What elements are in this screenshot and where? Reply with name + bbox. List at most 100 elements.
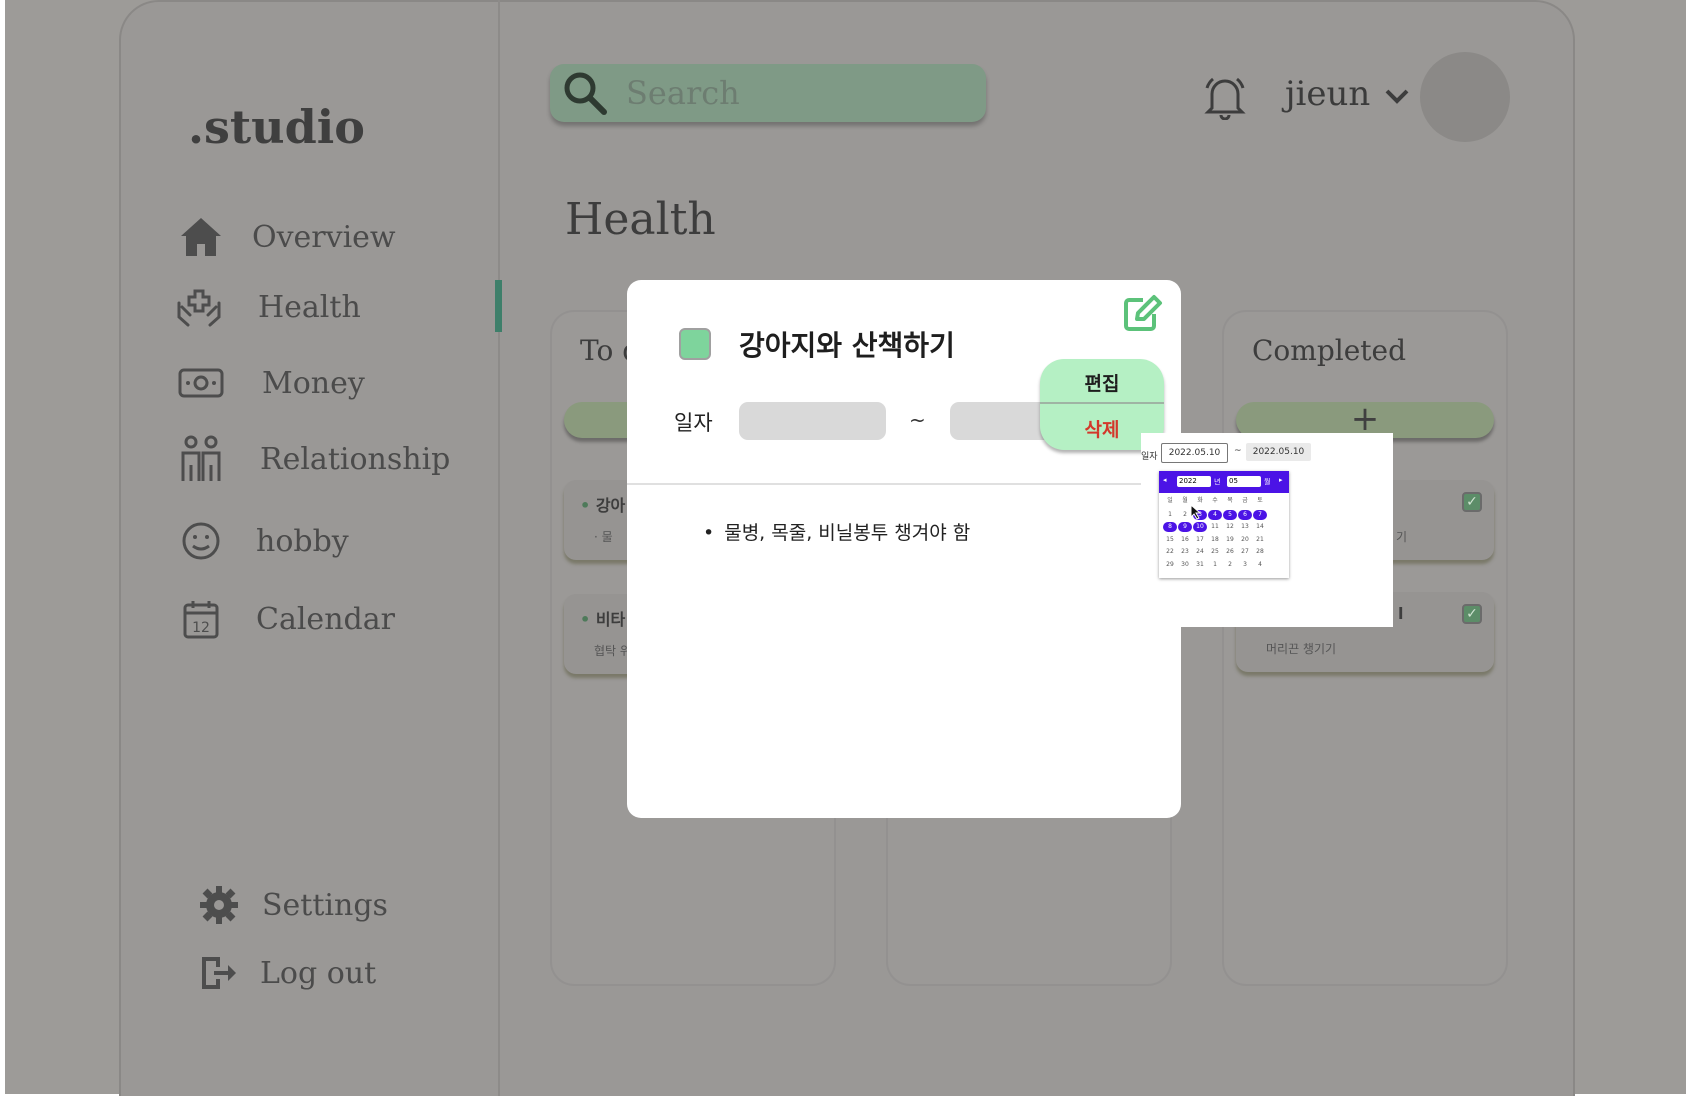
calendar-day[interactable]: 22 <box>1163 547 1177 557</box>
bullet: • <box>703 522 715 544</box>
calendar-day[interactable]: 16 <box>1178 535 1192 545</box>
date-label: 일자 <box>1141 452 1158 462</box>
task-card-title: • 비타 <box>580 610 626 629</box>
calendar-day[interactable]: 25 <box>1208 547 1222 557</box>
date-separator: ~ <box>1234 446 1242 456</box>
date-picker-preview: 일자 2022.05.10 ~ 2022.05.10 ◂ 2022 년 05 월… <box>1141 433 1393 627</box>
calendar-day[interactable]: 11 <box>1208 522 1222 532</box>
smile-icon <box>178 518 224 564</box>
calendar-day[interactable]: 18 <box>1208 535 1222 545</box>
calendar-day[interactable]: 30 <box>1178 560 1192 570</box>
gear-icon <box>196 882 242 928</box>
date-label: 일자 <box>674 411 713 435</box>
sidebar-item-relationship[interactable]: Relationship <box>178 435 451 482</box>
calendar-day[interactable]: 23 <box>1178 547 1192 557</box>
weekday-label: 토 <box>1257 497 1263 504</box>
task-card-body: 협탁 위 <box>594 644 631 658</box>
active-indicator <box>495 280 502 332</box>
calendar-day[interactable]: 8 <box>1163 522 1177 533</box>
chevron-down-icon <box>1384 74 1410 114</box>
search-bar[interactable]: Search <box>550 64 986 122</box>
calendar-day[interactable]: 15 <box>1163 535 1177 545</box>
user-menu[interactable]: jieun <box>1285 74 1410 114</box>
next-month-icon[interactable]: ▸ <box>1279 476 1283 484</box>
start-date-field[interactable] <box>739 402 886 440</box>
calendar-widget: ◂ 2022 년 05 월 ▸ 일 월 화 수 목 금 토 1 2 3 4 5 6 7 8 9 10 11 12 13… <box>1159 471 1289 578</box>
calendar-day[interactable]: 14 <box>1253 522 1267 532</box>
calendar-day[interactable]: 13 <box>1238 522 1252 532</box>
edit-button[interactable]: 편집 <box>1040 369 1164 396</box>
calendar-day[interactable]: 24 <box>1193 547 1207 557</box>
calendar-header: ◂ 2022 년 05 월 ▸ <box>1159 471 1289 493</box>
year-select[interactable]: 2022 <box>1177 476 1211 487</box>
calendar-day[interactable]: 1 <box>1163 510 1177 520</box>
sidebar-divider <box>498 0 500 1096</box>
avatar[interactable] <box>1420 52 1510 142</box>
task-note-text: 물병, 목줄, 비닐봉투 챙겨야 함 <box>724 522 971 544</box>
weekday-label: 일 <box>1167 497 1173 504</box>
people-icon <box>178 435 224 482</box>
calendar-day[interactable]: 9 <box>1178 522 1192 533</box>
menu-divider <box>1040 402 1164 404</box>
calendar-day[interactable]: 6 <box>1238 510 1252 520</box>
sidebar-item-label: Money <box>262 365 365 401</box>
sidebar-item-label: Overview <box>252 219 396 255</box>
calendar-day[interactable]: 12 <box>1223 522 1237 532</box>
year-suffix: 년 <box>1214 478 1221 486</box>
logout-label: Log out <box>260 955 377 991</box>
task-card-body: 머리끈 챙기기 <box>1266 642 1337 656</box>
calendar-day[interactable]: 7 <box>1253 510 1267 520</box>
calendar-day[interactable]: 28 <box>1253 547 1267 557</box>
start-date-input[interactable]: 2022.05.10 <box>1161 443 1228 463</box>
calendar-day[interactable]: 17 <box>1193 535 1207 545</box>
weekday-label: 목 <box>1227 497 1233 504</box>
task-card-body: 기 <box>1396 530 1408 544</box>
calendar-icon: 12 <box>178 596 224 642</box>
search-icon <box>562 70 608 120</box>
task-card-title: • 강아 <box>580 496 626 515</box>
calendar-day[interactable]: 2 <box>1223 560 1237 570</box>
sidebar-item-label: Calendar <box>256 601 395 637</box>
sidebar-item-health[interactable]: Health <box>176 284 361 330</box>
sidebar-item-label: hobby <box>256 523 349 559</box>
sidebar-item-money[interactable]: Money <box>178 360 365 406</box>
money-icon <box>178 360 224 406</box>
mouse-cursor-icon <box>1190 503 1202 523</box>
calendar-day[interactable]: 29 <box>1163 560 1177 570</box>
calendar-day[interactable]: 4 <box>1208 510 1222 520</box>
settings-button[interactable]: Settings <box>196 882 388 928</box>
calendar-day[interactable]: 10 <box>1193 522 1207 533</box>
checkbox-checked-icon[interactable]: ✓ <box>1462 604 1482 624</box>
task-card-title: l <box>1398 604 1404 623</box>
logout-button[interactable]: Log out <box>196 950 376 996</box>
sidebar-item-overview[interactable]: Overview <box>178 214 396 260</box>
calendar-day[interactable]: 5 <box>1223 510 1237 520</box>
calendar-day[interactable]: 26 <box>1223 547 1237 557</box>
calendar-day[interactable]: 21 <box>1253 535 1267 545</box>
sidebar-item-label: Relationship <box>260 441 451 477</box>
prev-month-icon[interactable]: ◂ <box>1163 476 1167 484</box>
month-select[interactable]: 05 <box>1227 476 1261 487</box>
task-card-body: · 물 <box>594 530 613 544</box>
calendar-day[interactable]: 27 <box>1238 547 1252 557</box>
sidebar-item-hobby[interactable]: hobby <box>178 518 349 564</box>
home-icon <box>178 214 224 260</box>
sidebar-item-calendar[interactable]: 12 Calendar <box>178 596 395 642</box>
search-input[interactable]: Search <box>626 74 740 112</box>
edit-icon[interactable] <box>1123 294 1163 336</box>
calendar-day[interactable]: 31 <box>1193 560 1207 570</box>
sidebar-item-label: Health <box>258 289 361 325</box>
bell-icon[interactable] <box>1204 74 1246 124</box>
calendar-day[interactable]: 1 <box>1208 560 1222 570</box>
calendar-day[interactable]: 3 <box>1238 560 1252 570</box>
checkbox-checked-icon[interactable]: ✓ <box>1462 492 1482 512</box>
calendar-day[interactable]: 20 <box>1238 535 1252 545</box>
username: jieun <box>1285 74 1371 114</box>
month-suffix: 월 <box>1264 478 1271 486</box>
end-date-input[interactable]: 2022.05.10 <box>1246 443 1311 461</box>
task-note: • 물병, 목줄, 비닐봉투 챙겨야 함 <box>703 518 970 545</box>
calendar-day[interactable]: 4 <box>1253 560 1267 570</box>
page-title: Health <box>565 194 716 245</box>
calendar-day[interactable]: 19 <box>1223 535 1237 545</box>
task-color-swatch[interactable] <box>679 328 711 360</box>
